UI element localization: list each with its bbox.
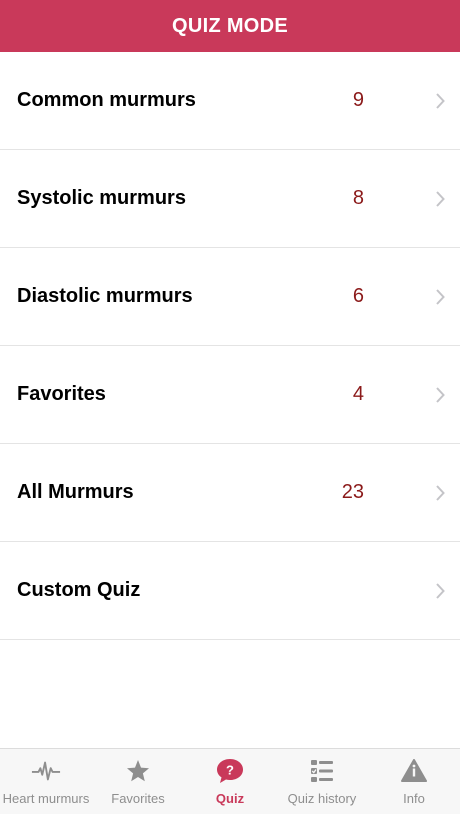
- list-item-common-murmurs[interactable]: Common murmurs 9: [0, 52, 460, 150]
- list-item-label: Systolic murmurs: [17, 187, 186, 209]
- page-title: QUIZ MODE: [171, 14, 289, 37]
- list-item-systolic-murmurs[interactable]: Systolic murmurs 8: [0, 150, 460, 248]
- tab-heart-murmurs[interactable]: Heart murmurs: [0, 749, 92, 818]
- chevron-right-icon: [436, 582, 445, 599]
- list-item-favorites[interactable]: Favorites 4: [0, 346, 460, 444]
- header-bar: QUIZ MODE: [0, 0, 460, 52]
- list-item-custom-quiz[interactable]: Custom Quiz: [0, 542, 460, 640]
- tab-favorites[interactable]: Favorites: [92, 749, 184, 818]
- tab-label: Quiz: [215, 791, 245, 806]
- chevron-right-icon: [436, 92, 445, 109]
- bottom-safe-area: [0, 814, 460, 818]
- list-item-label: Common murmurs: [17, 89, 196, 111]
- list-item-label: Diastolic murmurs: [17, 285, 193, 307]
- checklist-icon: [307, 757, 337, 785]
- list-item-label: All Murmurs: [17, 481, 134, 503]
- list-item-count: 8: [352, 187, 364, 209]
- tab-label: Info: [403, 791, 425, 806]
- tab-info[interactable]: Info: [368, 749, 460, 818]
- chevron-right-icon: [436, 190, 445, 207]
- svg-text:?: ?: [226, 763, 234, 778]
- tab-quiz[interactable]: ? Quiz: [184, 749, 276, 818]
- list-item-count: 23: [341, 481, 364, 503]
- question-bubble-icon: ?: [215, 757, 245, 785]
- quiz-category-list: Common murmurs 9 Systolic murmurs 8 Dias…: [0, 52, 460, 640]
- list-item-count: 9: [352, 89, 364, 111]
- list-item-label: Favorites: [17, 383, 106, 405]
- list-item-diastolic-murmurs[interactable]: Diastolic murmurs 6: [0, 248, 460, 346]
- star-icon: [123, 757, 153, 785]
- tab-label: Heart murmurs: [2, 791, 90, 806]
- chevron-right-icon: [436, 288, 445, 305]
- list-item-count: 6: [352, 285, 364, 307]
- list-item-label: Custom Quiz: [17, 579, 141, 601]
- list-item-all-murmurs[interactable]: All Murmurs 23: [0, 444, 460, 542]
- heartbeat-icon: [31, 757, 61, 785]
- tab-label: Quiz history: [287, 791, 357, 806]
- chevron-right-icon: [436, 386, 445, 403]
- tab-label: Favorites: [111, 791, 165, 806]
- tab-quiz-history[interactable]: Quiz history: [276, 749, 368, 818]
- list-item-count: 4: [352, 383, 364, 405]
- info-icon: [399, 757, 429, 785]
- chevron-right-icon: [436, 484, 445, 501]
- tab-bar: Heart murmurs Favorites ? Quiz Quiz hist…: [0, 748, 460, 818]
